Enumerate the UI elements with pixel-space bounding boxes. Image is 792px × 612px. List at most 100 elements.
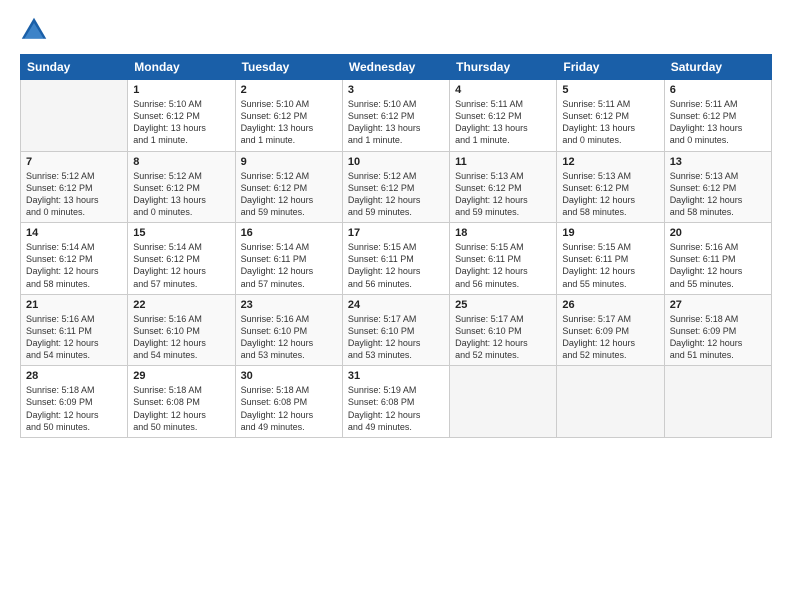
- calendar-cell: 2Sunrise: 5:10 AM Sunset: 6:12 PM Daylig…: [235, 80, 342, 152]
- calendar-cell: 29 Sunrise: 5:18 AM Sunset: 6:08 PM Dayli…: [128, 366, 235, 438]
- day-info: Sunrise: 5:15 AM Sunset: 6:11 PM Dayligh…: [562, 241, 658, 290]
- day-info: Sunrise: 5:16 AM Sunset: 6:11 PM Dayligh…: [26, 313, 122, 362]
- day-info: Sunrise: 5:12 AM Sunset: 6:12 PM Dayligh…: [348, 170, 444, 219]
- day-number: 20: [670, 227, 766, 239]
- calendar-cell: [450, 366, 557, 438]
- day-number: 7: [26, 156, 122, 168]
- day-info: Sunrise: 5:14 AM Sunset: 6:12 PM Dayligh…: [133, 241, 229, 290]
- day-info: Sunrise: 5:10 AM Sunset: 6:12 PM Dayligh…: [133, 98, 229, 147]
- day-number: 29: [133, 370, 229, 382]
- day-info: Sunrise: 5:17 AM Sunset: 6:09 PM Dayligh…: [562, 313, 658, 362]
- calendar-cell: 8 Sunrise: 5:12 AM Sunset: 6:12 PM Daylig…: [128, 151, 235, 223]
- day-info: Sunrise: 5:11 AM Sunset: 6:12 PM Dayligh…: [562, 98, 658, 147]
- day-info: Sunrise: 5:14 AM Sunset: 6:11 PM Dayligh…: [241, 241, 337, 290]
- day-info: Sunrise: 5:11 AM Sunset: 6:12 PM Dayligh…: [670, 98, 766, 147]
- day-number: 19: [562, 227, 658, 239]
- day-info: Sunrise: 5:18 AM Sunset: 6:08 PM Dayligh…: [133, 384, 229, 433]
- calendar-cell: 17 Sunrise: 5:15 AM Sunset: 6:11 PM Dayli…: [342, 223, 449, 295]
- weekday-header-saturday: Saturday: [664, 55, 771, 80]
- weekday-header-sunday: Sunday: [21, 55, 128, 80]
- day-number: 13: [670, 156, 766, 168]
- weekday-header-thursday: Thursday: [450, 55, 557, 80]
- calendar-cell: 31Sunrise: 5:19 AM Sunset: 6:08 PM Dayli…: [342, 366, 449, 438]
- calendar-cell: 18 Sunrise: 5:15 AM Sunset: 6:11 PM Dayli…: [450, 223, 557, 295]
- day-number: 27: [670, 299, 766, 311]
- day-number: 17: [348, 227, 444, 239]
- logo: [20, 16, 52, 44]
- calendar-cell: 16 Sunrise: 5:14 AM Sunset: 6:11 PM Dayli…: [235, 223, 342, 295]
- day-number: 15: [133, 227, 229, 239]
- calendar-cell: 15 Sunrise: 5:14 AM Sunset: 6:12 PM Dayli…: [128, 223, 235, 295]
- day-info: Sunrise: 5:12 AM Sunset: 6:12 PM Dayligh…: [26, 170, 122, 219]
- calendar-cell: [664, 366, 771, 438]
- day-info: Sunrise: 5:16 AM Sunset: 6:11 PM Dayligh…: [670, 241, 766, 290]
- day-number: 28: [26, 370, 122, 382]
- week-row-4: 28 Sunrise: 5:18 AM Sunset: 6:09 PM Dayli…: [21, 366, 772, 438]
- calendar-cell: 21Sunrise: 5:16 AM Sunset: 6:11 PM Dayli…: [21, 294, 128, 366]
- day-number: 11: [455, 156, 551, 168]
- day-info: Sunrise: 5:13 AM Sunset: 6:12 PM Dayligh…: [562, 170, 658, 219]
- calendar-cell: 24 Sunrise: 5:17 AM Sunset: 6:10 PM Dayli…: [342, 294, 449, 366]
- calendar-cell: 4 Sunrise: 5:11 AM Sunset: 6:12 PM Daylig…: [450, 80, 557, 152]
- day-number: 4: [455, 84, 551, 96]
- day-info: Sunrise: 5:12 AM Sunset: 6:12 PM Dayligh…: [241, 170, 337, 219]
- day-info: Sunrise: 5:16 AM Sunset: 6:10 PM Dayligh…: [241, 313, 337, 362]
- day-info: Sunrise: 5:15 AM Sunset: 6:11 PM Dayligh…: [348, 241, 444, 290]
- day-info: Sunrise: 5:15 AM Sunset: 6:11 PM Dayligh…: [455, 241, 551, 290]
- calendar-cell: 13 Sunrise: 5:13 AM Sunset: 6:12 PM Dayli…: [664, 151, 771, 223]
- week-row-3: 21Sunrise: 5:16 AM Sunset: 6:11 PM Dayli…: [21, 294, 772, 366]
- day-info: Sunrise: 5:12 AM Sunset: 6:12 PM Dayligh…: [133, 170, 229, 219]
- calendar-cell: 30Sunrise: 5:18 AM Sunset: 6:08 PM Dayli…: [235, 366, 342, 438]
- calendar-cell: [21, 80, 128, 152]
- calendar-cell: 11 Sunrise: 5:13 AM Sunset: 6:12 PM Dayli…: [450, 151, 557, 223]
- day-number: 16: [241, 227, 337, 239]
- day-number: 24: [348, 299, 444, 311]
- page: SundayMondayTuesdayWednesdayThursdayFrid…: [0, 0, 792, 612]
- weekday-header-wednesday: Wednesday: [342, 55, 449, 80]
- calendar-cell: 25Sunrise: 5:17 AM Sunset: 6:10 PM Dayli…: [450, 294, 557, 366]
- weekday-header-monday: Monday: [128, 55, 235, 80]
- day-info: Sunrise: 5:18 AM Sunset: 6:08 PM Dayligh…: [241, 384, 337, 433]
- day-number: 6: [670, 84, 766, 96]
- day-info: Sunrise: 5:11 AM Sunset: 6:12 PM Dayligh…: [455, 98, 551, 147]
- day-info: Sunrise: 5:18 AM Sunset: 6:09 PM Dayligh…: [26, 384, 122, 433]
- day-number: 12: [562, 156, 658, 168]
- day-info: Sunrise: 5:14 AM Sunset: 6:12 PM Dayligh…: [26, 241, 122, 290]
- calendar-cell: 19 Sunrise: 5:15 AM Sunset: 6:11 PM Dayli…: [557, 223, 664, 295]
- calendar-cell: 12 Sunrise: 5:13 AM Sunset: 6:12 PM Dayli…: [557, 151, 664, 223]
- week-row-2: 14 Sunrise: 5:14 AM Sunset: 6:12 PM Dayli…: [21, 223, 772, 295]
- week-row-0: 1 Sunrise: 5:10 AM Sunset: 6:12 PM Daylig…: [21, 80, 772, 152]
- day-info: Sunrise: 5:17 AM Sunset: 6:10 PM Dayligh…: [348, 313, 444, 362]
- day-number: 9: [241, 156, 337, 168]
- day-number: 1: [133, 84, 229, 96]
- day-info: Sunrise: 5:19 AM Sunset: 6:08 PM Dayligh…: [348, 384, 444, 433]
- calendar-cell: 20 Sunrise: 5:16 AM Sunset: 6:11 PM Dayli…: [664, 223, 771, 295]
- day-number: 26: [562, 299, 658, 311]
- calendar-cell: [557, 366, 664, 438]
- day-info: Sunrise: 5:17 AM Sunset: 6:10 PM Dayligh…: [455, 313, 551, 362]
- header: [20, 16, 772, 44]
- calendar-cell: 6 Sunrise: 5:11 AM Sunset: 6:12 PM Daylig…: [664, 80, 771, 152]
- calendar-cell: 14 Sunrise: 5:14 AM Sunset: 6:12 PM Dayli…: [21, 223, 128, 295]
- day-number: 18: [455, 227, 551, 239]
- day-info: Sunrise: 5:18 AM Sunset: 6:09 PM Dayligh…: [670, 313, 766, 362]
- calendar-cell: 7 Sunrise: 5:12 AM Sunset: 6:12 PM Daylig…: [21, 151, 128, 223]
- calendar-cell: 1 Sunrise: 5:10 AM Sunset: 6:12 PM Daylig…: [128, 80, 235, 152]
- calendar-cell: 3Sunrise: 5:10 AM Sunset: 6:12 PM Daylig…: [342, 80, 449, 152]
- day-number: 8: [133, 156, 229, 168]
- day-info: Sunrise: 5:10 AM Sunset: 6:12 PM Dayligh…: [348, 98, 444, 147]
- day-info: Sunrise: 5:10 AM Sunset: 6:12 PM Dayligh…: [241, 98, 337, 147]
- weekday-header-row: SundayMondayTuesdayWednesdayThursdayFrid…: [21, 55, 772, 80]
- day-info: Sunrise: 5:13 AM Sunset: 6:12 PM Dayligh…: [670, 170, 766, 219]
- day-info: Sunrise: 5:16 AM Sunset: 6:10 PM Dayligh…: [133, 313, 229, 362]
- calendar-cell: 23 Sunrise: 5:16 AM Sunset: 6:10 PM Dayli…: [235, 294, 342, 366]
- calendar-cell: 5 Sunrise: 5:11 AM Sunset: 6:12 PM Daylig…: [557, 80, 664, 152]
- day-number: 10: [348, 156, 444, 168]
- calendar-cell: 28 Sunrise: 5:18 AM Sunset: 6:09 PM Dayli…: [21, 366, 128, 438]
- calendar-cell: 22Sunrise: 5:16 AM Sunset: 6:10 PM Dayli…: [128, 294, 235, 366]
- day-number: 14: [26, 227, 122, 239]
- day-number: 23: [241, 299, 337, 311]
- day-info: Sunrise: 5:13 AM Sunset: 6:12 PM Dayligh…: [455, 170, 551, 219]
- day-number: 5: [562, 84, 658, 96]
- weekday-header-friday: Friday: [557, 55, 664, 80]
